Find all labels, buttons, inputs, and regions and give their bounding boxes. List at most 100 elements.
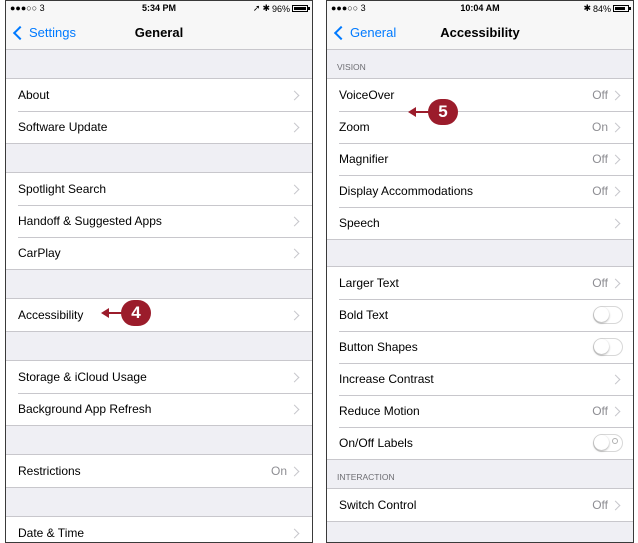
row-reduce-motion[interactable]: Reduce Motion Off bbox=[327, 395, 633, 427]
row-background-app-refresh[interactable]: Background App Refresh bbox=[6, 393, 312, 425]
toggle-knob bbox=[594, 339, 609, 354]
row-value: On bbox=[591, 120, 608, 134]
callout-step-4: 4 bbox=[101, 300, 151, 326]
status-bar: ●●●○○ 3 10:04 AM ✱ 84% bbox=[327, 1, 633, 15]
row-voiceover[interactable]: VoiceOver Off bbox=[327, 79, 633, 111]
chevron-right-icon bbox=[610, 90, 621, 100]
row-label: Button Shapes bbox=[339, 340, 418, 354]
row-bold-text[interactable]: Bold Text bbox=[327, 299, 633, 331]
location-icon: ➚ bbox=[252, 3, 261, 13]
chevron-right-icon bbox=[610, 154, 621, 164]
battery-percent: 96% bbox=[271, 3, 290, 14]
row-date-and-time[interactable]: Date & Time bbox=[6, 517, 312, 542]
row-software-update[interactable]: Software Update bbox=[6, 111, 312, 143]
row-label: Spotlight Search bbox=[18, 182, 107, 196]
row-label: Background App Refresh bbox=[18, 402, 152, 416]
row-label: Bold Text bbox=[339, 308, 389, 322]
row-value: Off bbox=[592, 276, 608, 290]
chevron-right-icon bbox=[289, 404, 300, 414]
off-label-icon bbox=[612, 438, 618, 444]
page-title: Accessibility bbox=[440, 25, 520, 40]
accessibility-screen: ●●●○○ 3 10:04 AM ✱ 84% General Accessibi… bbox=[326, 0, 634, 543]
row-label: Increase Contrast bbox=[339, 372, 434, 386]
row-display-accommodations[interactable]: Display Accommodations Off bbox=[327, 175, 633, 207]
row-label: Magnifier bbox=[339, 152, 389, 166]
callout-badge: 5 bbox=[428, 99, 458, 125]
settings-list: About Software Update Spotlight Search Hand… bbox=[6, 50, 312, 542]
settings-group: VoiceOver Off Zoom On Magnifier Off Display Ac… bbox=[327, 78, 633, 240]
chevron-right-icon bbox=[289, 310, 300, 320]
chevron-right-icon bbox=[610, 500, 621, 510]
callout-step-5: 5 bbox=[408, 99, 458, 125]
row-switch-control[interactable]: Switch Control Off bbox=[327, 489, 633, 521]
status-right: ✱ 84% bbox=[583, 3, 631, 14]
section-header: VISION bbox=[337, 62, 366, 72]
row-label: Accessibility bbox=[18, 308, 84, 322]
toggle-switch[interactable] bbox=[593, 338, 623, 356]
status-right: ➚ ✱ 96% bbox=[252, 3, 310, 14]
chevron-right-icon bbox=[610, 186, 621, 196]
chevron-right-icon bbox=[610, 374, 621, 384]
bluetooth-icon: ✱ bbox=[262, 3, 270, 13]
row-label: Display Accommodations bbox=[339, 184, 474, 198]
row-carplay[interactable]: CarPlay bbox=[6, 237, 312, 269]
row-label: Reduce Motion bbox=[339, 404, 420, 418]
row-label: Switch Control bbox=[339, 498, 417, 512]
row-value: Off bbox=[592, 152, 608, 166]
row-larger-text[interactable]: Larger Text Off bbox=[327, 267, 633, 299]
toggle-switch[interactable] bbox=[593, 306, 623, 324]
battery-icon bbox=[292, 5, 310, 12]
settings-group: Date & Time bbox=[6, 516, 312, 542]
settings-general-screen: ●●●○○ 3 5:34 PM ➚ ✱ 96% Settings General… bbox=[5, 0, 313, 543]
navigation-bar: Settings General bbox=[6, 15, 312, 50]
chevron-right-icon bbox=[289, 184, 300, 194]
row-magnifier[interactable]: Magnifier Off bbox=[327, 143, 633, 175]
row-spotlight-search[interactable]: Spotlight Search bbox=[6, 173, 312, 205]
row-label: About bbox=[18, 88, 50, 102]
battery-percent: 84% bbox=[592, 3, 611, 14]
row-label: CarPlay bbox=[18, 246, 61, 260]
row-label: On/Off Labels bbox=[339, 436, 413, 450]
row-restrictions[interactable]: Restrictions On bbox=[6, 455, 312, 487]
toggle-switch[interactable] bbox=[593, 434, 623, 452]
settings-group: Restrictions On bbox=[6, 454, 312, 488]
chevron-right-icon bbox=[289, 90, 300, 100]
page-title: General bbox=[134, 25, 184, 40]
settings-group: About Software Update bbox=[6, 78, 312, 144]
row-increase-contrast[interactable]: Increase Contrast bbox=[327, 363, 633, 395]
row-handoff-and-suggested-apps[interactable]: Handoff & Suggested Apps bbox=[6, 205, 312, 237]
row-label: Larger Text bbox=[339, 276, 399, 290]
row-storage-and-icloud-usage[interactable]: Storage & iCloud Usage bbox=[6, 361, 312, 393]
row-label: Software Update bbox=[18, 120, 108, 134]
status-bar: ●●●○○ 3 5:34 PM ➚ ✱ 96% bbox=[6, 1, 312, 15]
callout-arrow-icon bbox=[408, 107, 416, 117]
row-zoom[interactable]: Zoom On bbox=[327, 111, 633, 143]
row-accessibility[interactable]: Accessibility bbox=[6, 299, 312, 331]
chevron-right-icon bbox=[289, 248, 300, 258]
navigation-bar: General Accessibility bbox=[327, 15, 633, 50]
chevron-right-icon bbox=[610, 406, 621, 416]
row-on-off-labels[interactable]: On/Off Labels bbox=[327, 427, 633, 459]
row-value: Off bbox=[592, 88, 608, 102]
row-value: On bbox=[270, 464, 287, 478]
row-button-shapes[interactable]: Button Shapes bbox=[327, 331, 633, 363]
row-speech[interactable]: Speech bbox=[327, 207, 633, 239]
chevron-right-icon bbox=[289, 122, 300, 132]
row-label: Zoom bbox=[339, 120, 370, 134]
settings-group: Storage & iCloud Usage Background App Ref… bbox=[6, 360, 312, 426]
row-value: Off bbox=[592, 184, 608, 198]
chevron-right-icon bbox=[289, 372, 300, 382]
callout-badge: 4 bbox=[121, 300, 151, 326]
toggle-knob bbox=[594, 307, 609, 322]
row-label: Restrictions bbox=[18, 464, 81, 478]
chevron-right-icon bbox=[610, 218, 621, 228]
row-about[interactable]: About bbox=[6, 79, 312, 111]
section-header: INTERACTION bbox=[337, 472, 395, 482]
